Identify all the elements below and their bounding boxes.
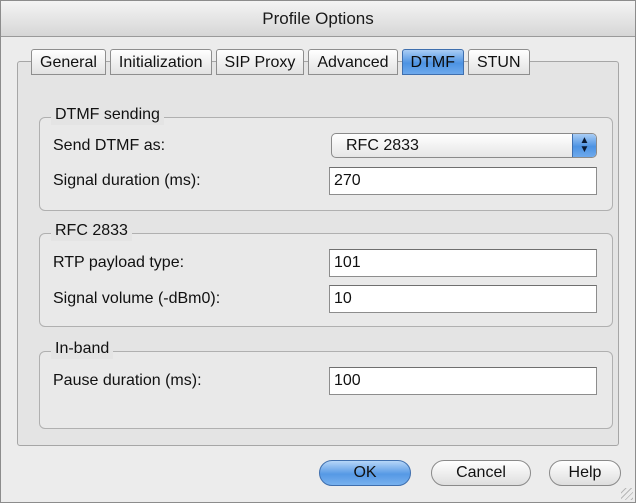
- tab-initialization[interactable]: Initialization: [109, 49, 212, 75]
- tab-general[interactable]: General: [31, 49, 106, 75]
- signal-duration-field[interactable]: [329, 167, 597, 195]
- up-down-arrows-icon: ▲ ▼: [572, 134, 596, 157]
- send-dtmf-as-value: RFC 2833: [346, 137, 419, 154]
- signal-volume-field[interactable]: [329, 285, 597, 313]
- signal-duration-label: Signal duration (ms):: [53, 172, 201, 189]
- tab-advanced[interactable]: Advanced: [308, 49, 398, 75]
- window-title: Profile Options: [262, 9, 374, 28]
- rfc2833-heading: RFC 2833: [51, 221, 132, 241]
- title-bar[interactable]: Profile Options: [1, 1, 635, 37]
- send-dtmf-as-label: Send DTMF as:: [53, 137, 166, 154]
- tab-sip-proxy[interactable]: SIP Proxy: [215, 49, 305, 75]
- dtmf-sending-group: [39, 117, 613, 211]
- help-button[interactable]: Help: [549, 460, 621, 486]
- rtp-payload-type-field[interactable]: [329, 249, 597, 277]
- pause-duration-label: Pause duration (ms):: [53, 372, 202, 389]
- cancel-button[interactable]: Cancel: [431, 460, 531, 486]
- pause-duration-field[interactable]: [329, 367, 597, 395]
- tab-stun[interactable]: STUN: [467, 49, 530, 75]
- tab-bar: General Initialization SIP Proxy Advance…: [31, 49, 530, 77]
- dtmf-sending-heading: DTMF sending: [51, 105, 164, 125]
- rtp-payload-type-label: RTP payload type:: [53, 254, 185, 271]
- profile-options-window: Profile Options General Initialization S…: [0, 0, 636, 503]
- signal-volume-label: Signal volume (-dBm0):: [53, 290, 221, 307]
- send-dtmf-as-popup[interactable]: RFC 2833 ▲ ▼: [331, 133, 597, 158]
- tab-dtmf[interactable]: DTMF: [401, 49, 464, 75]
- in-band-heading: In-band: [51, 339, 114, 359]
- resize-grip-icon[interactable]: [621, 488, 633, 500]
- ok-button[interactable]: OK: [319, 460, 411, 486]
